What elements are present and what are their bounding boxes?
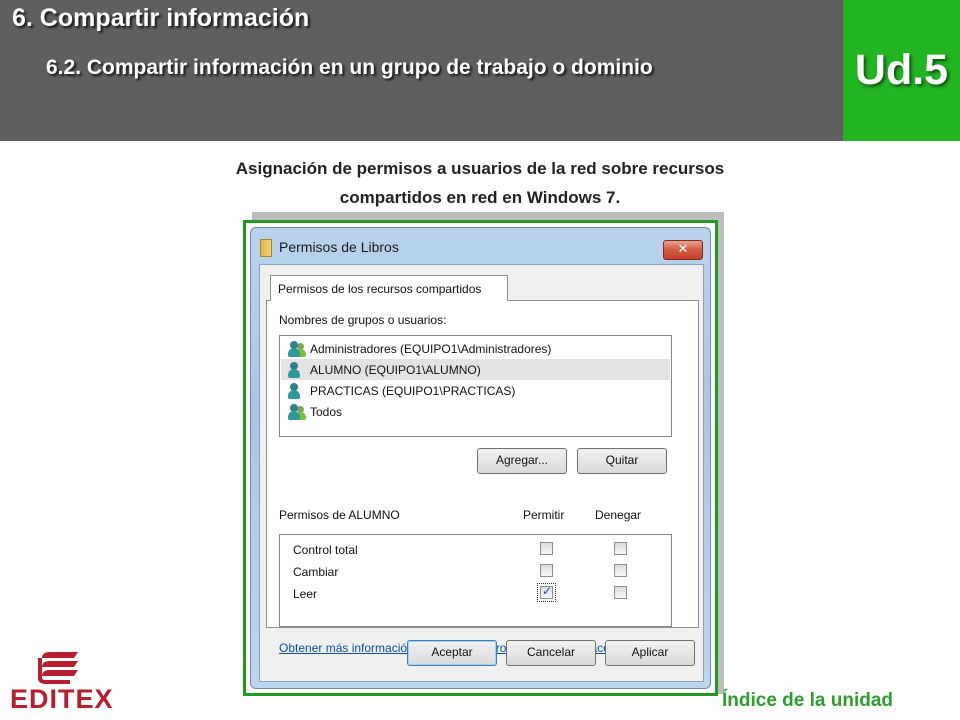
cancel-button[interactable]: Cancelar <box>506 640 596 666</box>
tab-panel: Nombres de grupos o usuarios: Administra… <box>266 300 699 655</box>
unit-index-link[interactable]: Índice de la unidad <box>722 690 893 712</box>
editex-logo: EDITEX <box>8 650 118 714</box>
apply-button[interactable]: Aplicar <box>605 640 695 666</box>
user-name: Administradores (EQUIPO1\Administradores… <box>310 341 552 356</box>
tab-shared-permissions[interactable]: Permisos de los recursos compartidos <box>270 275 508 301</box>
permission-label-control-total: Control total <box>293 543 358 557</box>
editex-logo-text: EDITEX <box>10 684 114 714</box>
ok-button[interactable]: Aceptar <box>407 640 497 666</box>
folder-icon <box>259 238 272 257</box>
list-item-practicas[interactable]: PRACTICAS (EQUIPO1\PRACTICAS) <box>281 380 670 401</box>
group-icon <box>287 340 306 358</box>
remove-button[interactable]: Quitar <box>577 448 667 474</box>
users-list[interactable]: Administradores (EQUIPO1\Administradores… <box>279 335 672 437</box>
unit-badge: Ud.5 <box>843 0 960 141</box>
user-name: PRACTICAS (EQUIPO1\PRACTICAS) <box>310 383 516 398</box>
slide-subtitle: 6.2. Compartir información en un grupo d… <box>46 56 653 79</box>
user-icon <box>287 382 306 400</box>
caption-line-2: compartidos en red en Windows 7. <box>339 188 621 207</box>
group-icon <box>287 403 306 421</box>
dialog-client-area: Permisos de los recursos compartidos Nom… <box>259 264 704 682</box>
deny-checkbox-control-total[interactable] <box>614 542 627 555</box>
list-item-administradores[interactable]: Administradores (EQUIPO1\Administradores… <box>281 338 670 359</box>
deny-header: Denegar <box>595 508 642 522</box>
user-name: Todos <box>310 404 343 419</box>
allow-checkbox-leer[interactable] <box>540 584 553 599</box>
slide-title: 6. Compartir información <box>12 4 310 32</box>
close-button[interactable]: ✕ <box>663 240 703 260</box>
allow-checkbox-control-total[interactable] <box>540 542 553 555</box>
dialog-titlebar: Permisos de Libros <box>259 235 399 259</box>
editex-logo-mark <box>38 652 78 684</box>
slide-header: 6. Compartir información 6.2. Compartir … <box>0 0 843 141</box>
permissions-list: Control total Cambiar Leer <box>279 534 672 627</box>
permissions-label: Permisos de ALUMNO <box>279 508 400 522</box>
user-name: ALUMNO (EQUIPO1\ALUMNO) <box>310 362 481 377</box>
allow-checkbox-cambiar[interactable] <box>540 564 553 577</box>
unit-label: Ud.5 <box>854 46 949 94</box>
add-button[interactable]: Agregar... <box>477 448 567 474</box>
permission-label-cambiar: Cambiar <box>293 565 339 579</box>
slide-caption: Asignación de permisos a usuarios de la … <box>150 154 810 212</box>
list-item-alumno[interactable]: ALUMNO (EQUIPO1\ALUMNO) <box>281 359 670 380</box>
permission-label-leer: Leer <box>293 587 318 601</box>
screenshot-frame: Permisos de Libros ✕ Permisos de los rec… <box>243 220 718 696</box>
deny-checkbox-leer[interactable] <box>614 586 627 599</box>
deny-checkbox-cambiar[interactable] <box>614 564 627 577</box>
permissions-dialog: Permisos de Libros ✕ Permisos de los rec… <box>250 227 711 689</box>
users-label: Nombres de grupos o usuarios: <box>279 313 447 327</box>
list-item-todos[interactable]: Todos <box>281 401 670 422</box>
user-icon <box>287 361 306 379</box>
allow-header: Permitir <box>523 508 565 522</box>
caption-line-1: Asignación de permisos a usuarios de la … <box>235 159 725 178</box>
dialog-title: Permisos de Libros <box>279 239 399 255</box>
